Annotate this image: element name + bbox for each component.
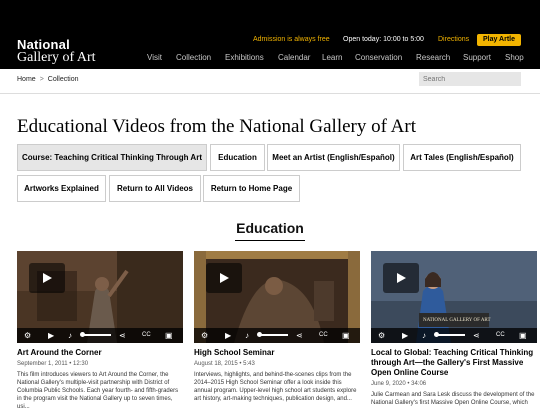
tab-course-critical-thinking[interactable]: Course: Teaching Critical Thinking Throu… bbox=[17, 144, 207, 171]
pip-icon[interactable]: ▣ bbox=[165, 331, 173, 340]
captions-icon[interactable]: CC bbox=[319, 331, 328, 340]
video-title[interactable]: High School Seminar bbox=[194, 348, 360, 358]
hours-text: Open today: 10:00 to 5:00 bbox=[343, 36, 424, 43]
search-input[interactable] bbox=[419, 72, 521, 86]
volume-icon[interactable]: ♪ bbox=[68, 331, 72, 340]
play-icon[interactable]: ▶ bbox=[225, 331, 231, 340]
gear-icon[interactable]: ⚙ bbox=[201, 331, 208, 340]
volume-icon[interactable]: ♪ bbox=[422, 331, 426, 340]
nav-item-learn[interactable]: Learn bbox=[322, 52, 342, 64]
tab-return-home[interactable]: Return to Home Page bbox=[203, 175, 300, 202]
podium-sign: NATIONAL GALLERY OF ART bbox=[423, 318, 491, 323]
breadcrumb-separator: > bbox=[39, 76, 44, 83]
nav-item-collection[interactable]: Collection bbox=[176, 52, 211, 64]
gear-icon[interactable]: ⚙ bbox=[378, 331, 385, 340]
volume-icon[interactable]: ♪ bbox=[245, 331, 249, 340]
play-overlay-button[interactable] bbox=[383, 263, 419, 293]
breadcrumb-current[interactable]: Collection bbox=[48, 76, 79, 83]
nav-item-conservation[interactable]: Conservation bbox=[355, 52, 402, 64]
video-description: This film introduces viewers to Art Arou… bbox=[17, 372, 179, 410]
breadcrumb-home[interactable]: Home bbox=[17, 76, 36, 83]
video-player[interactable]: NATIONAL GALLERY OF ART ⚙ ▶ ♪ ⋖ CC ▣ bbox=[371, 251, 537, 343]
directions-link[interactable]: Directions bbox=[438, 34, 469, 46]
nav-item-exhibitions[interactable]: Exhibitions bbox=[225, 52, 264, 64]
nav-item-shop[interactable]: Shop bbox=[505, 52, 524, 64]
nav-item-support[interactable]: Support bbox=[463, 52, 491, 64]
gear-icon[interactable]: ⚙ bbox=[24, 331, 31, 340]
tab-art-tales[interactable]: Art Tales (English/Español) bbox=[403, 144, 521, 171]
video-card: NATIONAL GALLERY OF ART ⚙ ▶ ♪ ⋖ CC ▣ Loc… bbox=[371, 251, 537, 407]
progress-bar[interactable] bbox=[437, 334, 465, 336]
logo-line2: Gallery of Art bbox=[17, 50, 96, 65]
admission-link[interactable]: Admission is always free bbox=[253, 34, 330, 46]
video-description: Interviews, highlights, and behind-the-s… bbox=[194, 372, 357, 402]
page-title: Educational Videos from the National Gal… bbox=[17, 116, 416, 137]
nav-item-research[interactable]: Research bbox=[416, 52, 450, 64]
play-icon[interactable]: ▶ bbox=[48, 331, 54, 340]
video-meta: August 18, 2015 • 5:43 bbox=[194, 361, 255, 367]
tab-education[interactable]: Education bbox=[210, 144, 265, 171]
captions-icon[interactable]: CC bbox=[142, 331, 151, 340]
captions-icon[interactable]: CC bbox=[496, 331, 505, 340]
video-meta: June 9, 2020 • 34:06 bbox=[371, 381, 427, 387]
tab-meet-an-artist[interactable]: Meet an Artist (English/Español) bbox=[267, 144, 400, 171]
breadcrumb: Home > Collection bbox=[17, 73, 79, 87]
pip-icon[interactable]: ▣ bbox=[342, 331, 350, 340]
video-card: ⚙ ▶ ♪ ⋖ CC ▣ High School Seminar August … bbox=[194, 251, 360, 403]
play-icon[interactable]: ▶ bbox=[402, 331, 408, 340]
share-icon[interactable]: ⋖ bbox=[119, 331, 126, 340]
play-artle-button[interactable]: Play Artle bbox=[477, 34, 521, 46]
nav-item-calendar[interactable]: Calendar bbox=[278, 52, 310, 64]
progress-bar[interactable] bbox=[260, 334, 288, 336]
share-icon[interactable]: ⋖ bbox=[296, 331, 303, 340]
tab-artworks-explained[interactable]: Artworks Explained bbox=[17, 175, 106, 202]
tab-return-all-videos[interactable]: Return to All Videos bbox=[109, 175, 201, 202]
video-card: ⚙ ▶ ♪ ⋖ CC ▣ Art Around the Corner Septe… bbox=[17, 251, 183, 411]
player-controls: ⚙ ▶ ♪ ⋖ CC ▣ bbox=[371, 328, 537, 343]
progress-bar[interactable] bbox=[83, 334, 111, 336]
video-meta: September 1, 2011 • 12:30 bbox=[17, 361, 89, 367]
share-icon[interactable]: ⋖ bbox=[473, 331, 480, 340]
play-overlay-button[interactable] bbox=[206, 263, 242, 293]
site-header: National Gallery of Art Admission is alw… bbox=[0, 0, 540, 69]
site-logo[interactable]: National Gallery of Art bbox=[17, 38, 96, 65]
nav-item-visit[interactable]: Visit bbox=[147, 52, 162, 64]
pip-icon[interactable]: ▣ bbox=[519, 331, 527, 340]
video-player[interactable]: ⚙ ▶ ♪ ⋖ CC ▣ bbox=[17, 251, 183, 343]
section-title: Education bbox=[236, 220, 304, 236]
video-player[interactable]: ⚙ ▶ ♪ ⋖ CC ▣ bbox=[194, 251, 360, 343]
video-title[interactable]: Art Around the Corner bbox=[17, 348, 183, 358]
header-divider bbox=[0, 93, 540, 94]
video-title[interactable]: Local to Global: Teaching Critical Think… bbox=[371, 348, 537, 378]
player-controls: ⚙ ▶ ♪ ⋖ CC ▣ bbox=[17, 328, 183, 343]
play-overlay-button[interactable] bbox=[29, 263, 65, 293]
section-underline bbox=[235, 240, 305, 241]
player-controls: ⚙ ▶ ♪ ⋖ CC ▣ bbox=[194, 328, 360, 343]
